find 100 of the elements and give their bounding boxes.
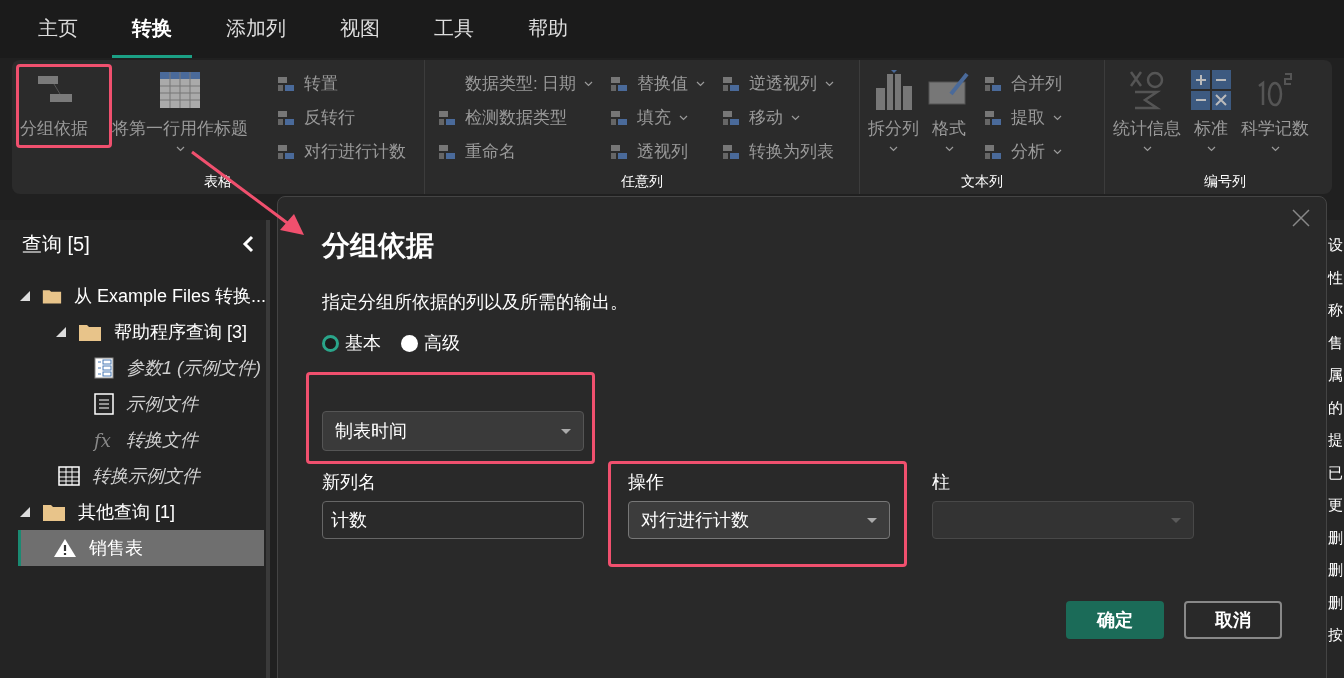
command-icon (983, 142, 1003, 162)
tree-item[interactable]: 示例文件 (0, 386, 266, 422)
panel-text: 已 (1327, 462, 1343, 483)
document-icon (94, 393, 114, 415)
ribbon-command[interactable]: 合并列 (983, 68, 1062, 100)
ribbon-command[interactable]: 替换值 (609, 68, 706, 100)
tree-item[interactable]: 从 Example Files 转换... (0, 278, 266, 314)
ribbon-button[interactable]: 统计信息 (1109, 64, 1185, 171)
menu-tab[interactable]: 主页 (18, 13, 98, 58)
ribbon-command[interactable]: 数据类型: 日期 (437, 68, 594, 100)
chevron-down-icon (679, 115, 689, 121)
ribbon-command[interactable]: 分析 (983, 136, 1062, 168)
menu-tab[interactable]: 添加列 (206, 13, 306, 58)
ribbon-command[interactable]: 转换为列表 (721, 136, 835, 168)
command-icon (276, 142, 296, 162)
chevron-down-icon (944, 145, 954, 152)
ribbon-command[interactable]: 检测数据类型 (437, 102, 594, 134)
dialog-title: 分组依据 (322, 229, 435, 263)
ribbon-command[interactable]: 重命名 (437, 136, 594, 168)
ribbon-command[interactable]: 填充 (609, 102, 706, 134)
command-icon (983, 74, 1003, 94)
folder-icon (42, 502, 66, 522)
panel-text: 性 (1327, 267, 1343, 288)
expand-arrow-icon[interactable] (56, 327, 66, 337)
ribbon-command[interactable]: 提取 (983, 102, 1062, 134)
panel-text: 提 (1327, 430, 1343, 450)
panel-text: 设 (1327, 235, 1343, 255)
command-icon (609, 108, 630, 128)
parameter-icon (94, 357, 114, 379)
dropdown-caret-icon (867, 517, 877, 523)
tree-item[interactable]: 转换示例文件 (0, 458, 266, 494)
panel-text: 更 (1327, 495, 1343, 515)
chevron-down-icon (696, 81, 706, 87)
ribbon-button[interactable]: 拆分列 (864, 64, 923, 171)
radio-option[interactable]: 高级 (401, 330, 460, 357)
tree-item[interactable]: fx 转换文件 (0, 422, 266, 458)
chevron-down-icon (791, 115, 801, 121)
command-icon (721, 108, 742, 128)
command-icon (437, 142, 457, 162)
panel-text: 删 (1327, 527, 1343, 548)
ribbon-command[interactable]: 反转行 (276, 102, 406, 134)
close-button[interactable] (1290, 207, 1312, 229)
ribbon-group-label: 任意列 (620, 172, 664, 191)
calculator-icon (1189, 68, 1233, 112)
dropdown-field[interactable]: 对行进行计数 (628, 501, 890, 539)
command-icon (983, 108, 1003, 128)
ribbon-button[interactable]: 分组依据 (16, 64, 92, 171)
tree-item[interactable]: 销售表 (18, 530, 264, 566)
ribbon-button[interactable]: 将第一行用作标题 (108, 64, 252, 171)
text-field[interactable]: 计数 (322, 501, 584, 539)
chevron-down-icon (825, 81, 835, 87)
ribbon-button[interactable]: 科学记数 (1237, 64, 1313, 171)
cancel-button[interactable]: 取消 (1184, 601, 1282, 639)
menu-tab[interactable]: 工具 (414, 13, 494, 58)
radio-option[interactable]: 基本 (322, 330, 381, 357)
ribbon-command[interactable]: 对行进行计数 (276, 136, 406, 168)
field-label: 操作 (628, 471, 665, 494)
tree-item[interactable]: 其他查询 [1] (0, 494, 266, 530)
table-icon (58, 466, 80, 486)
chevron-down-icon (584, 81, 594, 87)
panel-text: 称 (1327, 300, 1343, 320)
command-icon (721, 142, 742, 162)
panel-text: 删 (1327, 560, 1343, 580)
chevron-down-icon (175, 145, 185, 152)
panel-text: 删 (1327, 592, 1343, 613)
panel-text: 的 (1327, 397, 1343, 418)
command-icon (609, 74, 630, 94)
panel-title: 查询 [5] (22, 232, 90, 257)
command-icon (609, 142, 630, 162)
ribbon-button[interactable]: 标准 (1185, 64, 1237, 171)
expand-arrow-icon[interactable] (20, 291, 30, 301)
field-label: 柱 (932, 471, 951, 494)
command-icon (721, 74, 742, 94)
function-icon: fx (94, 426, 114, 454)
ribbon-button[interactable]: 格式 (923, 64, 975, 171)
ribbon-group-label: 文本列 (960, 172, 1004, 191)
ribbon-command[interactable]: 移动 (721, 102, 835, 134)
expand-arrow-icon[interactable] (20, 507, 30, 517)
warning-icon (53, 538, 77, 558)
collapse-icon[interactable] (242, 235, 254, 253)
tree-item[interactable]: 参数1 (示例文件) (0, 350, 266, 386)
ok-button[interactable]: 确定 (1066, 601, 1164, 639)
ribbon-command[interactable]: 逆透视列 (721, 68, 835, 100)
command-icon (437, 108, 457, 128)
chevron-down-icon (1270, 145, 1280, 152)
chevron-down-icon (1142, 145, 1152, 152)
menu-tab[interactable]: 帮助 (508, 13, 588, 58)
group-by-dropdown[interactable]: 制表时间 (322, 411, 584, 451)
dialog-description: 指定分组所依据的列以及所需的输出。 (322, 291, 629, 314)
command-icon (276, 74, 296, 94)
chevron-down-icon (889, 145, 898, 152)
tree-item[interactable]: 帮助程序查询 [3] (0, 314, 266, 350)
panel-text: 属 (1327, 365, 1343, 385)
panel-text: 按 (1327, 625, 1343, 645)
menu-tab[interactable]: 视图 (320, 13, 400, 58)
chevron-down-icon (1053, 149, 1062, 155)
panel-text: 售 (1327, 332, 1343, 353)
ribbon-group-label: 编号列 (1202, 172, 1247, 191)
ribbon-command[interactable]: 转置 (276, 68, 406, 100)
ribbon-command[interactable]: 透视列 (609, 136, 706, 168)
